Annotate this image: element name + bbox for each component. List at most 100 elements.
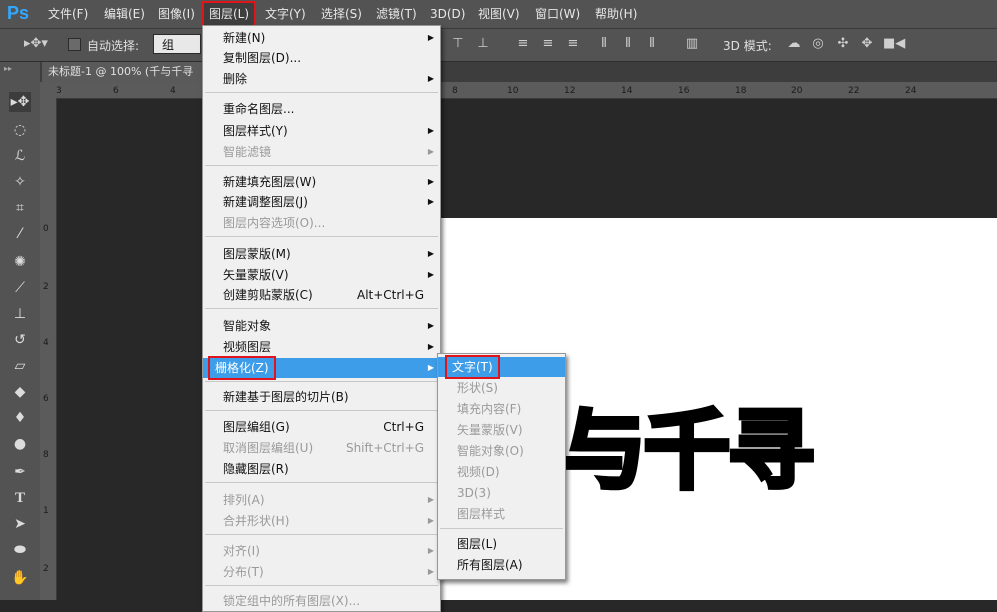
menu-item-rasterize[interactable]: 栅格化(Z) ▶: [203, 356, 440, 380]
menu-item-label: 复制图层(D)...: [223, 51, 302, 65]
brush-tool-icon[interactable]: ⟋: [9, 278, 31, 298]
path-selection-tool-icon[interactable]: ➤: [9, 514, 31, 534]
3d-scale-icon[interactable]: ■◀: [883, 37, 905, 51]
toolbox-collapse-icon[interactable]: ▸▸: [4, 64, 12, 73]
marquee-tool-icon[interactable]: ◌: [9, 120, 31, 140]
menu-window[interactable]: 窗口(W): [533, 6, 582, 23]
menu-item-rename-layer[interactable]: 重命名图层...: [203, 99, 440, 119]
type-tool-icon[interactable]: T: [9, 488, 31, 508]
document-tab[interactable]: 未标题-1 @ 100% (千与千寻: [42, 62, 208, 82]
3d-pan-icon[interactable]: ✣: [835, 37, 851, 51]
menu-edit[interactable]: 编辑(E): [102, 6, 147, 23]
align-top-icon[interactable]: ⊤: [450, 37, 466, 51]
menu-type[interactable]: 文字(Y): [263, 6, 308, 23]
distribute-left-icon[interactable]: ⫴: [596, 37, 612, 51]
move-tool-icon[interactable]: ▸✥: [9, 92, 31, 112]
auto-align-icon[interactable]: ▥: [684, 37, 700, 51]
eraser-tool-icon[interactable]: ▱: [9, 356, 31, 376]
menu-item-label: 锁定组中的所有图层(X)...: [223, 594, 361, 608]
magic-wand-tool-icon[interactable]: ✧: [9, 172, 31, 192]
menu-select[interactable]: 选择(S): [319, 6, 364, 23]
distribute-hcenter-icon[interactable]: ⫴: [620, 37, 636, 51]
menu-item-arrange[interactable]: 排列(A) ▶: [203, 490, 440, 510]
blur-tool-icon[interactable]: ♦: [9, 408, 31, 428]
menu-bar: Ps 文件(F) 编辑(E) 图像(I) 图层(L) 文字(Y) 选择(S) 滤…: [0, 0, 997, 29]
3d-rotate-icon[interactable]: ☁: [786, 37, 802, 51]
distribute-bottom-icon[interactable]: ≡: [565, 37, 581, 51]
menu-item-smart-object[interactable]: 智能对象 ▶: [203, 316, 440, 336]
ruler-tick: 16: [678, 86, 690, 96]
submenu-item-smart-object[interactable]: 智能对象(O): [438, 441, 565, 461]
distribute-top-icon[interactable]: ≡: [515, 37, 531, 51]
menu-item-hide-layers[interactable]: 隐藏图层(R): [203, 459, 440, 479]
menu-item-label: 矢量蒙版(V): [223, 268, 289, 282]
menu-item-smart-filter[interactable]: 智能滤镜 ▶: [203, 142, 440, 162]
menu-item-new-fill-layer[interactable]: 新建填充图层(W) ▶: [203, 172, 440, 192]
submenu-item-all-layers[interactable]: 所有图层(A): [438, 555, 565, 575]
healing-brush-tool-icon[interactable]: ✺: [9, 252, 31, 272]
move-tool-preset-icon[interactable]: ▸✥▾: [22, 37, 50, 51]
menu-item-align[interactable]: 对齐(I) ▶: [203, 541, 440, 561]
history-brush-tool-icon[interactable]: ↺: [9, 330, 31, 350]
submenu-item-fill-content[interactable]: 填充内容(F): [438, 399, 565, 419]
menu-item-duplicate-layer[interactable]: 复制图层(D)...: [203, 48, 440, 68]
clone-stamp-tool-icon[interactable]: ⊥: [9, 304, 31, 324]
menu-item-new-layer-based-slice[interactable]: 新建基于图层的切片(B): [203, 387, 440, 407]
paint-bucket-tool-icon[interactable]: ◆: [9, 382, 31, 402]
menu-item-group-layers[interactable]: 图层编组(G) Ctrl+G: [203, 417, 440, 437]
menu-item-new-adjustment-layer[interactable]: 新建调整图层(J) ▶: [203, 192, 440, 212]
submenu-arrow-icon: ▶: [427, 321, 434, 330]
submenu-arrow-icon: ▶: [427, 363, 434, 372]
menu-item-shortcut: Ctrl+G: [383, 420, 424, 434]
menu-item-distribute[interactable]: 分布(T) ▶: [203, 562, 440, 582]
submenu-item-layer[interactable]: 图层(L): [438, 534, 565, 554]
pen-tool-icon[interactable]: ✒: [9, 462, 31, 482]
menu-3d[interactable]: 3D(D): [428, 6, 467, 23]
menu-item-label: 图层内容选项(O)...: [223, 216, 326, 230]
menu-item-create-clipping-mask[interactable]: 创建剪贴蒙版(C) Alt+Ctrl+G: [203, 285, 440, 305]
auto-select-dropdown[interactable]: 组: [153, 34, 201, 54]
submenu-item-layer-style[interactable]: 图层样式: [438, 504, 565, 524]
menu-view[interactable]: 视图(V): [476, 6, 522, 23]
menu-separator: [440, 528, 563, 529]
distribute-vcenter-icon[interactable]: ≡: [540, 37, 556, 51]
menu-filter[interactable]: 滤镜(T): [374, 6, 419, 23]
ellipse-tool-icon[interactable]: ⬬: [9, 540, 31, 560]
menu-item-label: 智能滤镜: [223, 145, 272, 159]
auto-select-checkbox[interactable]: [68, 38, 81, 51]
submenu-item-3d[interactable]: 3D(3): [438, 483, 565, 503]
menu-item-delete[interactable]: 删除 ▶: [203, 69, 440, 89]
submenu-item-type[interactable]: 文字(T): [438, 355, 565, 379]
canvas-text-layer[interactable]: 与千寻: [558, 380, 817, 505]
menu-item-video-layer[interactable]: 视频图层 ▶: [203, 337, 440, 357]
menu-item-new[interactable]: 新建(N) ▶: [203, 28, 440, 48]
menu-item-combine-shapes[interactable]: 合并形状(H) ▶: [203, 511, 440, 531]
dodge-tool-icon[interactable]: ●: [9, 434, 31, 454]
submenu-arrow-icon: ▶: [427, 33, 434, 42]
menu-item-ungroup-layers[interactable]: 取消图层编组(U) Shift+Ctrl+G: [203, 438, 440, 458]
menu-item-layer-style[interactable]: 图层样式(Y) ▶: [203, 121, 440, 141]
submenu-item-vector-mask[interactable]: 矢量蒙版(V): [438, 420, 565, 440]
menu-item-vector-mask[interactable]: 矢量蒙版(V) ▶: [203, 265, 440, 285]
menu-separator: [205, 236, 438, 237]
menu-layer[interactable]: 图层(L): [201, 1, 257, 27]
menu-help[interactable]: 帮助(H): [593, 6, 639, 23]
submenu-arrow-icon: ▶: [427, 516, 434, 525]
crop-tool-icon[interactable]: ⌗: [9, 198, 31, 218]
3d-slide-icon[interactable]: ✥: [859, 37, 875, 51]
align-bottom-icon[interactable]: ⊥: [475, 37, 491, 51]
lasso-tool-icon[interactable]: ℒ: [9, 146, 31, 166]
ruler-tick: 18: [735, 86, 747, 96]
submenu-item-video[interactable]: 视频(D): [438, 462, 565, 482]
menu-item-layer-content-options[interactable]: 图层内容选项(O)...: [203, 213, 440, 233]
menu-image[interactable]: 图像(I): [156, 6, 197, 23]
menu-file[interactable]: 文件(F): [46, 6, 90, 23]
menu-item-label: 图层编组(G): [223, 420, 290, 434]
3d-roll-icon[interactable]: ◎: [810, 37, 826, 51]
menu-item-lock-all-layers[interactable]: 锁定组中的所有图层(X)...: [203, 591, 440, 611]
distribute-right-icon[interactable]: ⫴: [644, 37, 660, 51]
hand-tool-icon[interactable]: ✋: [9, 568, 31, 588]
submenu-item-shape[interactable]: 形状(S): [438, 378, 565, 398]
menu-item-layer-mask[interactable]: 图层蒙版(M) ▶: [203, 244, 440, 264]
eyedropper-tool-icon[interactable]: ⁄: [9, 224, 31, 244]
